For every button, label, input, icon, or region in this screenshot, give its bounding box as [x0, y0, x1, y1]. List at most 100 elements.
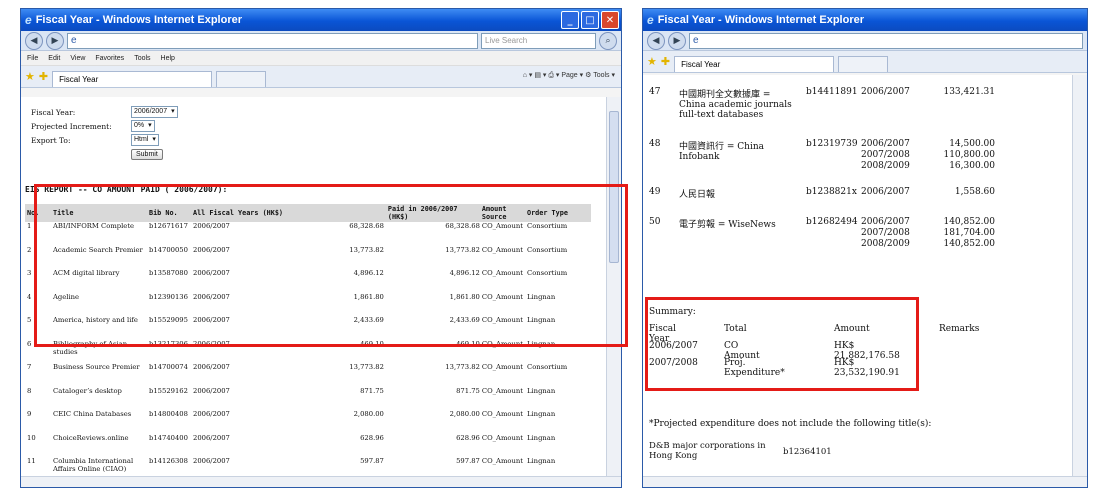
- item-bib: b12682494: [806, 217, 858, 227]
- item-year: 2006/2007: [861, 139, 910, 149]
- favorites-star-icon[interactable]: ★: [25, 70, 35, 83]
- new-tab[interactable]: [838, 56, 889, 72]
- item-amount: 181,704.00: [943, 228, 995, 238]
- item-no: 47: [649, 87, 661, 97]
- item-amount: 140,852.00: [943, 217, 995, 227]
- item-title: 人民日報: [679, 190, 716, 200]
- table-row: 8 Catalogerʼs desktop b15529162 2006/2007 87…: [25, 387, 591, 411]
- favorites-star-icon[interactable]: ★: [647, 55, 657, 68]
- item-no: 48: [649, 139, 661, 149]
- item-bib: b1238821x: [806, 187, 857, 197]
- row-all-years-amount: 2,080.00: [353, 410, 384, 418]
- list-item: 50 電子剪報 = WiseNews b12682494 2006/2007 2007/…: [643, 217, 1063, 257]
- export-select[interactable]: Html ▾: [131, 134, 159, 146]
- list-item: 48 中國資訊行 = China Infobank b12319739 2006/20…: [643, 139, 1063, 179]
- row-fiscal-year: 2006/2007: [193, 386, 230, 395]
- tab-fiscal-year[interactable]: Fiscal Year: [52, 71, 213, 87]
- excluded-title: D&B major corporations in Hong Kong: [649, 441, 766, 461]
- tab-fiscal-year[interactable]: Fiscal Year: [674, 56, 835, 72]
- back-icon[interactable]: ◀: [25, 31, 43, 50]
- highlight-box-summary: [645, 297, 919, 391]
- increment-select[interactable]: 0% ▾: [131, 120, 155, 132]
- summary-col-remarks: Remarks: [939, 324, 980, 334]
- row-order-type: Consortium: [527, 363, 568, 371]
- item-title: 中國期刊全文數據庫 = China academic journals full…: [679, 90, 792, 120]
- row-title: Columbia International Affairs Online (C…: [53, 457, 134, 473]
- search-input[interactable]: Live Search: [481, 32, 596, 49]
- back-icon[interactable]: ◀: [647, 31, 665, 50]
- item-year: 2006/2007: [861, 217, 910, 227]
- horizontal-scrollbar[interactable]: [21, 476, 621, 487]
- fiscal-year-label: Fiscal Year:: [31, 107, 76, 117]
- maximize-button[interactable]: □: [581, 11, 599, 29]
- url-field[interactable]: e: [67, 32, 478, 49]
- window-title: Fiscal Year - Windows Internet Explorer: [657, 14, 865, 26]
- row-paid-amount: 597.87: [456, 457, 480, 465]
- menu-help[interactable]: Help: [161, 55, 175, 62]
- horizontal-scrollbar[interactable]: [643, 476, 1087, 487]
- row-fiscal-year: 2006/2007: [193, 410, 230, 418]
- item-year: 2006/2007: [861, 87, 910, 97]
- row-source: CO_Amount: [481, 457, 523, 465]
- menu-tools[interactable]: Tools: [134, 55, 150, 62]
- new-tab[interactable]: [216, 71, 267, 87]
- row-no: 10: [27, 433, 36, 442]
- table-row: 11 Columbia International Affairs Online …: [25, 457, 591, 477]
- item-title: 中國資訊行 = China Infobank: [679, 142, 764, 162]
- title-bar: e Fiscal Year - Windows Internet Explore…: [643, 9, 1087, 31]
- row-title: Catalogerʼs desktop: [53, 386, 122, 395]
- export-value: Html: [134, 136, 149, 143]
- page-content: 47 中國期刊全文數據庫 = China academic journals fu…: [643, 75, 1073, 477]
- vertical-scrollbar[interactable]: [1072, 75, 1087, 477]
- item-year: 2007/2008: [861, 150, 910, 160]
- forward-icon[interactable]: ▶: [46, 31, 64, 50]
- command-bar[interactable]: ⌂ ▾ ▤ ▾ ⎙ ▾ Page ▾ ⚙ Tools ▾: [523, 71, 615, 80]
- minimize-button[interactable]: _: [561, 11, 579, 29]
- forward-icon[interactable]: ▶: [668, 31, 686, 50]
- ie-icon: e: [647, 13, 654, 27]
- table-row: 9 CEIC China Databases b14800408 2006/2007 2…: [25, 410, 591, 434]
- table-row: 7 Business Source Premier b14700074 2006/20…: [25, 363, 591, 387]
- ie-icon: e: [25, 13, 32, 27]
- row-no: 8: [27, 386, 32, 395]
- submit-button[interactable]: Submit: [131, 148, 163, 160]
- item-amount: 16,300.00: [949, 161, 995, 171]
- fiscal-year-select[interactable]: 2006/2007 ▾: [131, 106, 178, 118]
- menu-view[interactable]: View: [70, 55, 85, 62]
- row-paid-amount: 2,080.00: [449, 410, 480, 418]
- row-paid-amount: 13,773.82: [445, 363, 480, 371]
- chevron-down-icon: ▾: [171, 108, 175, 115]
- menu-favorites[interactable]: Favorites: [95, 55, 124, 62]
- item-bib: b14411891: [806, 87, 858, 97]
- url-field[interactable]: e: [689, 32, 1083, 49]
- row-all-years-amount: 871.75: [360, 386, 384, 395]
- row-title: Business Source Premier: [53, 363, 140, 371]
- item-amount: 140,852.00: [943, 239, 995, 249]
- row-source: CO_Amount: [481, 433, 523, 442]
- item-amount: 110,800.00: [943, 150, 995, 160]
- table-row: 10 ChoiceReviews.online b14740400 2006/2007…: [25, 434, 591, 458]
- row-fiscal-year: 2006/2007: [193, 433, 230, 442]
- list-item: 47 中國期刊全文數據庫 = China academic journals fu…: [643, 87, 1063, 127]
- row-no: 9: [27, 410, 32, 418]
- search-icon[interactable]: ⌕: [599, 31, 617, 50]
- row-bib: b14740400: [149, 433, 188, 442]
- row-source: CO_Amount: [481, 410, 523, 418]
- item-year: 2007/2008: [861, 228, 910, 238]
- row-bib: b14700074: [149, 363, 188, 371]
- row-title: ChoiceReviews.online: [53, 433, 129, 442]
- menu-edit[interactable]: Edit: [48, 55, 60, 62]
- highlight-box-table: [34, 184, 628, 347]
- row-fiscal-year: 2006/2007: [193, 363, 230, 371]
- address-bar: ◀ ▶ e Live Search ⌕: [21, 31, 621, 51]
- add-favorite-icon[interactable]: ✚: [661, 55, 670, 68]
- chevron-down-icon: ▾: [152, 136, 156, 143]
- increment-value: 0%: [134, 122, 145, 129]
- add-favorite-icon[interactable]: ✚: [39, 70, 48, 83]
- item-no: 49: [649, 187, 661, 197]
- menu-file[interactable]: File: [27, 55, 38, 62]
- close-button[interactable]: ✕: [601, 11, 619, 29]
- row-bib: b15529162: [149, 386, 188, 395]
- tab-bar: ★ ✚ Fiscal Year: [643, 51, 1087, 73]
- row-all-years-amount: 13,773.82: [349, 363, 384, 371]
